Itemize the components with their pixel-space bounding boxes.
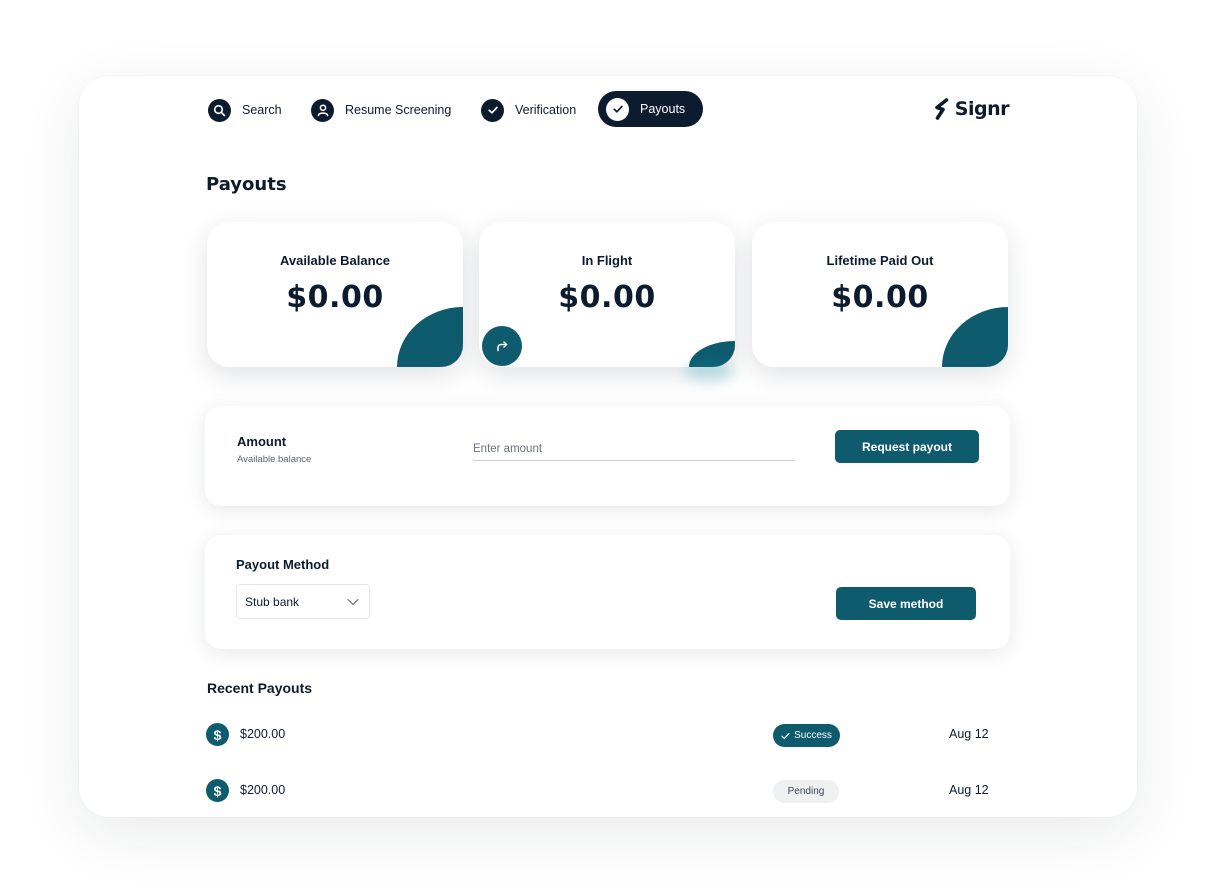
stat-label: Available Balance — [279, 253, 391, 268]
recent-payouts-title: Recent Payouts — [207, 680, 313, 696]
selected-method: Stub bank — [245, 594, 300, 609]
brand-logo: Signr — [934, 98, 1010, 120]
payout-amount: $200.00 — [240, 783, 286, 797]
status-badge-success: Success — [773, 724, 840, 747]
nav-item-label: Search — [242, 103, 282, 117]
payout-date: Aug 12 — [949, 783, 989, 797]
payout-method-panel: Payout Method Stub bank Save method — [205, 535, 1010, 649]
nav-item-label: Payouts — [640, 102, 686, 116]
payout-row: $ $200.00 Pending Aug 12 — [206, 779, 996, 803]
app-window: Search Resume Screening Verification Pay… — [79, 76, 1137, 817]
nav-item-label: Verification — [515, 103, 577, 117]
payout-method-select[interactable]: Stub bank — [236, 584, 370, 619]
check-icon — [481, 98, 504, 122]
chevron-down-icon — [347, 598, 359, 605]
nav-item-payouts[interactable]: Payouts — [598, 91, 704, 127]
amount-input[interactable] — [473, 439, 795, 461]
card-decoration — [942, 307, 1008, 367]
nav-item-label: Resume Screening — [345, 103, 452, 117]
stat-value: $0.00 — [558, 280, 656, 315]
save-method-button[interactable]: Save method — [836, 587, 976, 620]
status-text: Success — [794, 730, 832, 741]
stat-card-lifetime-paid-out: Lifetime Paid Out $0.00 — [752, 222, 1008, 367]
dollar-icon: $ — [206, 779, 229, 802]
status-badge-pending: Pending — [773, 780, 839, 803]
payout-date: Aug 12 — [949, 727, 989, 741]
stat-label: In Flight — [581, 253, 633, 268]
dollar-icon: $ — [206, 723, 229, 746]
card-decoration — [397, 307, 463, 367]
brand-name: Signr — [954, 98, 1010, 120]
search-icon — [208, 98, 231, 122]
request-payout-button[interactable]: Request payout — [835, 430, 979, 463]
card-glow — [684, 362, 734, 380]
available-balance-hint: Available balance — [237, 454, 312, 465]
user-icon — [311, 98, 334, 122]
signr-logo-icon — [934, 98, 949, 120]
stat-card-available-balance: Available Balance $0.00 — [207, 222, 463, 367]
stat-card-in-flight: In Flight $0.00 — [479, 222, 735, 367]
payout-method-label: Payout Method — [236, 557, 330, 572]
stat-label: Lifetime Paid Out — [826, 253, 934, 268]
top-nav: Search Resume Screening Verification Pay… — [79, 76, 1137, 146]
payout-amount: $200.00 — [240, 727, 286, 741]
stat-value: $0.00 — [831, 280, 929, 315]
request-payout-panel: Amount Available balance Request payout — [205, 406, 1010, 506]
payout-row: $ $200.00 Success Aug 12 — [206, 723, 996, 747]
nav-item-search[interactable]: Search — [208, 92, 282, 128]
stat-value: $0.00 — [286, 280, 384, 315]
status-text: Pending — [787, 786, 825, 797]
page-title: Payouts — [206, 174, 287, 195]
nav-item-verification[interactable]: Verification — [481, 92, 576, 128]
check-icon — [781, 732, 790, 739]
amount-label: Amount — [237, 434, 287, 449]
nav-item-resume-screening[interactable]: Resume Screening — [311, 92, 451, 128]
forward-arrow-icon[interactable] — [482, 326, 522, 366]
check-icon — [606, 97, 629, 121]
